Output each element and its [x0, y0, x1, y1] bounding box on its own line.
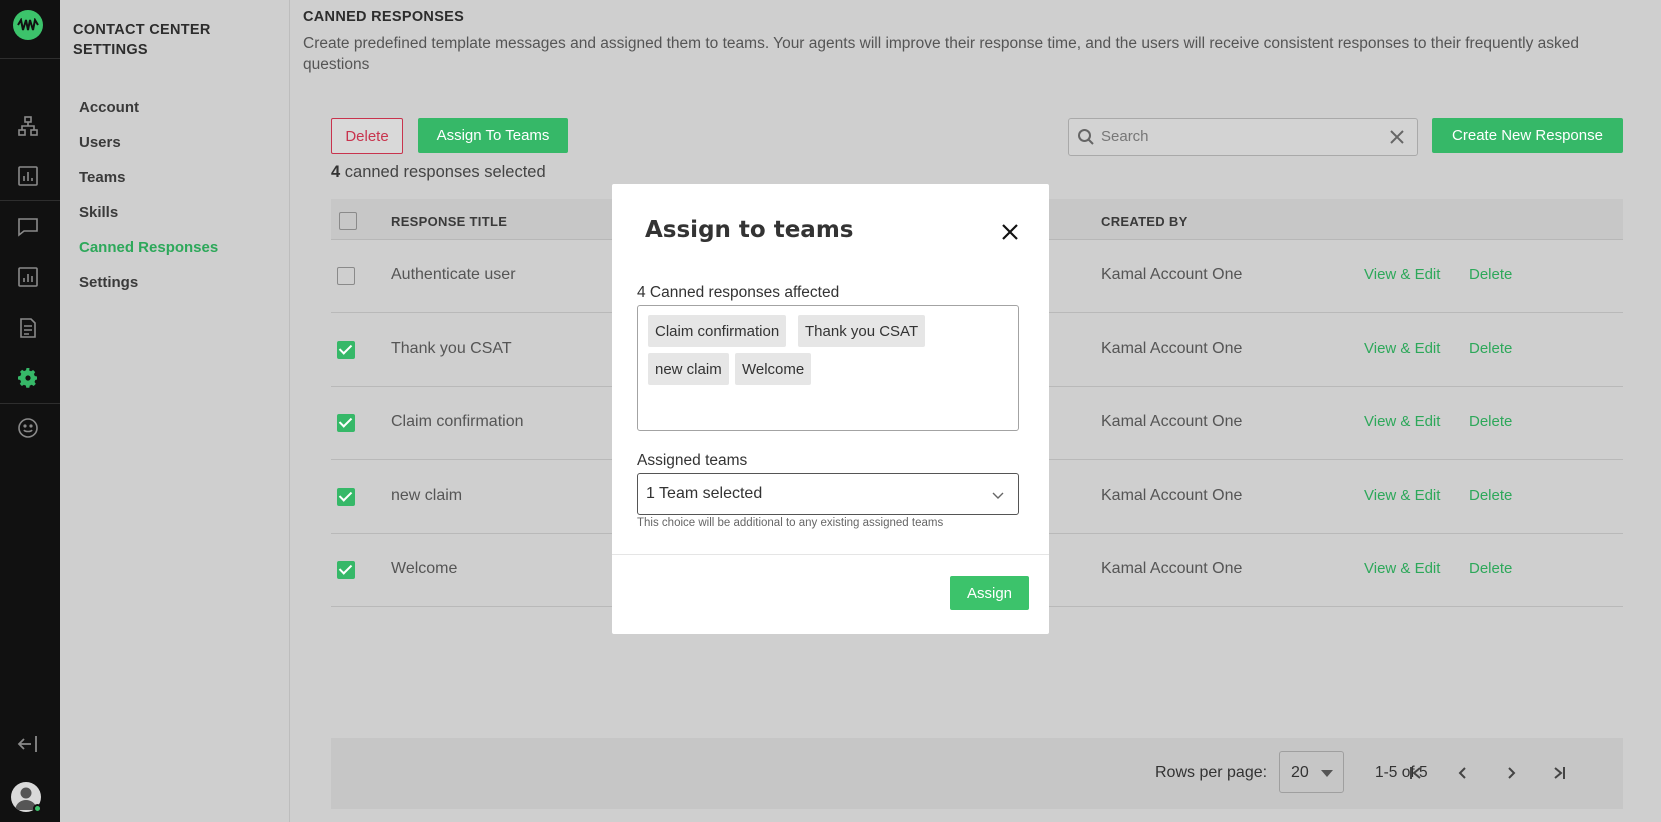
selection-count-text: canned responses selected: [340, 163, 546, 181]
settings-sidebar: CONTACT CENTER SETTINGS Account Users Te…: [60, 0, 290, 822]
view-edit-link[interactable]: View & Edit: [1364, 340, 1440, 357]
row-checkbox[interactable]: [337, 341, 355, 359]
row-checkbox[interactable]: [337, 488, 355, 506]
previous-page-icon[interactable]: [1451, 761, 1475, 785]
assigned-teams-hint: This choice will be additional to any ex…: [637, 517, 944, 529]
clear-search-icon[interactable]: [1389, 129, 1405, 149]
selection-count: 4 canned responses selected: [331, 163, 546, 182]
bar-chart-icon[interactable]: [16, 164, 40, 188]
assign-teams-modal: Assign to teams 4 Canned responses affec…: [612, 184, 1049, 634]
page-title: CANNED RESPONSES: [303, 9, 465, 25]
delete-link[interactable]: Delete: [1469, 413, 1512, 430]
logout-icon[interactable]: [16, 732, 40, 756]
document-icon[interactable]: [16, 316, 40, 340]
next-page-icon[interactable]: [1499, 761, 1523, 785]
response-title: new claim: [391, 487, 463, 504]
last-page-icon[interactable]: [1547, 761, 1571, 785]
select-all-checkbox[interactable]: [339, 212, 357, 230]
create-new-response-button[interactable]: Create New Response: [1432, 118, 1623, 153]
created-by: Kamal Account One: [1101, 340, 1243, 357]
created-by: Kamal Account One: [1101, 560, 1243, 577]
modal-divider: [612, 554, 1049, 555]
chevron-down-icon: [991, 487, 1005, 506]
search-input[interactable]: Search: [1068, 118, 1418, 156]
response-chip: Welcome: [735, 353, 812, 385]
close-icon[interactable]: [1000, 222, 1020, 242]
sidebar-item-skills[interactable]: Skills: [79, 204, 118, 221]
presence-indicator: [33, 804, 42, 813]
rows-per-page-value: 20: [1291, 764, 1309, 781]
row-checkbox[interactable]: [337, 414, 355, 432]
assigned-teams-value: 1 Team selected: [646, 485, 763, 502]
sidebar-item-users[interactable]: Users: [79, 134, 121, 151]
affected-responses-box: Claim confirmation Thank you CSAT new cl…: [637, 305, 1019, 431]
row-checkbox[interactable]: [337, 267, 355, 285]
delete-link[interactable]: Delete: [1469, 340, 1512, 357]
assigned-teams-label: Assigned teams: [637, 452, 748, 469]
view-edit-link[interactable]: View & Edit: [1364, 266, 1440, 283]
chat-icon[interactable]: [16, 215, 40, 239]
response-chip: new claim: [648, 353, 729, 385]
caret-down-icon: [1321, 770, 1333, 777]
response-chip: Thank you CSAT: [798, 315, 926, 347]
affected-label: 4 Canned responses affected: [637, 284, 840, 301]
first-page-icon[interactable]: [1404, 761, 1428, 785]
rail-divider: [0, 200, 60, 201]
response-title: Claim confirmation: [391, 413, 524, 430]
response-title: Authenticate user: [391, 266, 516, 283]
assign-to-teams-button[interactable]: Assign To Teams: [418, 118, 568, 153]
smiley-icon[interactable]: [16, 416, 40, 440]
pagination-bar: Rows per page: 20 1-5 of 5: [331, 738, 1623, 809]
response-chip: Claim confirmation: [648, 315, 787, 347]
response-title: Welcome: [391, 560, 458, 577]
rows-per-page-select[interactable]: 20: [1279, 751, 1344, 793]
delete-link[interactable]: Delete: [1469, 560, 1512, 577]
delete-link[interactable]: Delete: [1469, 487, 1512, 504]
view-edit-link[interactable]: View & Edit: [1364, 413, 1440, 430]
logo-icon[interactable]: [13, 10, 43, 40]
sidebar-item-settings[interactable]: Settings: [79, 274, 138, 291]
gear-icon[interactable]: [16, 366, 40, 390]
response-title: Thank you CSAT: [391, 340, 512, 357]
assign-button[interactable]: Assign: [950, 576, 1029, 610]
report-icon[interactable]: [16, 265, 40, 289]
delete-link[interactable]: Delete: [1469, 266, 1512, 283]
rail-divider: [0, 403, 60, 404]
search-icon: [1077, 128, 1095, 150]
created-by: Kamal Account One: [1101, 487, 1243, 504]
org-chart-icon[interactable]: [16, 114, 40, 138]
view-edit-link[interactable]: View & Edit: [1364, 560, 1440, 577]
assigned-teams-select[interactable]: 1 Team selected: [637, 473, 1019, 515]
created-by: Kamal Account One: [1101, 413, 1243, 430]
view-edit-link[interactable]: View & Edit: [1364, 487, 1440, 504]
rows-per-page-label: Rows per page:: [1155, 764, 1268, 781]
column-header-response-title: RESPONSE TITLE: [391, 214, 508, 229]
sidebar-item-teams[interactable]: Teams: [79, 169, 125, 186]
created-by: Kamal Account One: [1101, 266, 1243, 283]
sidebar-item-account[interactable]: Account: [79, 99, 139, 116]
column-header-created-by: CREATED BY: [1101, 214, 1188, 229]
delete-button[interactable]: Delete: [331, 118, 403, 154]
sidebar-title: CONTACT CENTER SETTINGS: [73, 22, 211, 58]
sidebar-item-canned-responses[interactable]: Canned Responses: [79, 239, 218, 256]
row-checkbox[interactable]: [337, 561, 355, 579]
selection-count-number: 4: [331, 163, 341, 181]
rail-divider: [0, 58, 60, 59]
page-description: Create predefined template messages and …: [303, 35, 1579, 73]
icon-rail: [0, 0, 60, 822]
modal-title: Assign to teams: [645, 217, 854, 243]
search-placeholder: Search: [1101, 128, 1149, 145]
